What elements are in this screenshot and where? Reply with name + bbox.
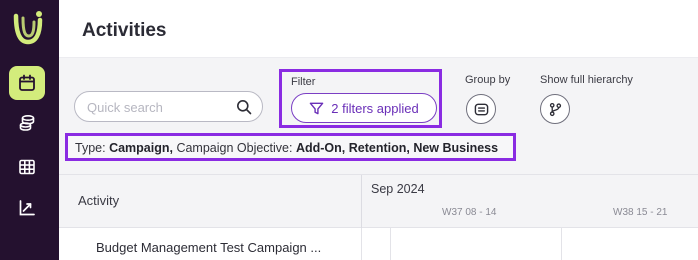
sidebar-item-activities[interactable] <box>9 66 45 100</box>
grid-line <box>561 228 562 260</box>
filter-button[interactable]: 2 filters applied <box>291 93 437 123</box>
calendar-icon <box>19 74 35 91</box>
hierarchy-button[interactable] <box>540 94 570 124</box>
hierarchy-label: Show full hierarchy <box>540 74 633 86</box>
activity-column-header[interactable]: Activity <box>78 193 119 208</box>
week-label: W37 08 - 14 <box>442 207 497 218</box>
month-label: Sep 2024 <box>371 182 425 196</box>
chart-trend-icon <box>19 200 35 216</box>
list-box-icon <box>474 103 488 115</box>
sidebar <box>0 0 59 260</box>
timeline-header: Activity Sep 2024 W37 08 - 14 W38 15 - 2… <box>59 174 698 229</box>
search-icon[interactable] <box>236 99 252 115</box>
objective-value: Add-On, Retention, New Business <box>295 141 499 155</box>
sidebar-item-table[interactable] <box>9 150 45 184</box>
week-label: W38 15 - 21 <box>613 207 668 218</box>
group-by-button[interactable] <box>466 94 496 124</box>
toolbar: Filter 2 filters applied Group by Show f… <box>59 58 698 174</box>
funnel-icon <box>309 102 324 114</box>
main-area: Activities Filter 2 filters applied Grou… <box>59 0 698 260</box>
page-header: Activities <box>59 0 698 58</box>
search-input[interactable] <box>87 98 227 116</box>
coins-stack-icon <box>19 114 35 131</box>
page-title: Activities <box>82 20 167 41</box>
objective-label: Campaign Objective: <box>176 141 293 155</box>
branch-icon <box>549 102 561 116</box>
grid-table-icon <box>19 159 35 175</box>
search-box[interactable] <box>74 91 263 122</box>
filter-button-label: 2 filters applied <box>331 100 419 116</box>
sidebar-item-analytics[interactable] <box>9 191 45 225</box>
column-divider[interactable] <box>361 175 362 229</box>
filter-summary-highlight: Type: Campaign, Campaign Objective: Add-… <box>65 133 516 161</box>
grid-line <box>390 228 391 260</box>
brand-logo-icon[interactable] <box>12 10 44 46</box>
filter-label: Filter <box>291 76 316 88</box>
group-by-label: Group by <box>465 74 511 86</box>
sidebar-item-budget[interactable] <box>9 106 45 140</box>
filter-highlight: Filter 2 filters applied <box>279 69 442 128</box>
type-value: Campaign, <box>109 141 173 155</box>
timeline-body: Budget Management Test Campaign ... <box>59 228 698 260</box>
filter-summary: Type: Campaign, Campaign Objective: Add-… <box>75 141 498 155</box>
grid-line <box>361 228 362 260</box>
activity-row-label[interactable]: Budget Management Test Campaign ... <box>96 240 321 255</box>
type-label: Type: <box>75 141 106 155</box>
